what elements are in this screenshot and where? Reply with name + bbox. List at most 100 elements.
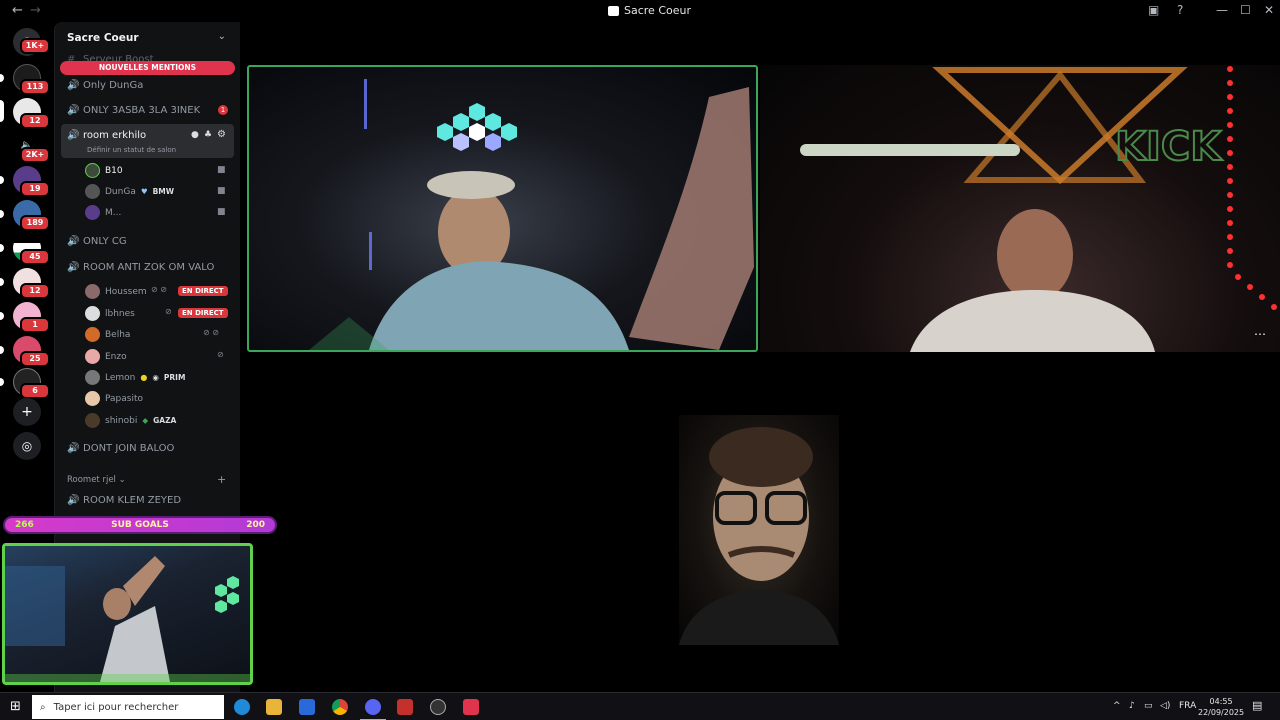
minimize-button[interactable]: — — [1216, 3, 1228, 17]
unread-pip — [0, 210, 4, 218]
video-tile-houssem[interactable]: KICK ⋯ — [760, 65, 1280, 352]
back-button[interactable]: ← — [12, 3, 23, 18]
user-name: shinobi — [105, 415, 138, 426]
channel-only-dunga[interactable]: 🔊 Only DunGa — [67, 80, 143, 91]
discord-icon[interactable] — [365, 699, 381, 715]
voice-user-belha[interactable]: Belha — [85, 327, 130, 342]
file-explorer-icon[interactable] — [266, 699, 282, 715]
server-badge-4: 19 — [20, 181, 50, 197]
invite-icon[interactable]: ♣ — [204, 130, 212, 140]
user-name: Belha — [105, 329, 131, 340]
voice-user-b10[interactable]: B10 — [85, 163, 123, 178]
user-name: Houssem — [105, 286, 147, 297]
obs-icon[interactable] — [430, 699, 446, 715]
edge-icon[interactable] — [234, 699, 250, 715]
clock-time: 04:55 — [1209, 697, 1233, 706]
voice-user-enzo[interactable]: Enzo — [85, 349, 127, 364]
store-icon[interactable] — [299, 699, 315, 715]
user-name: Papasito — [105, 393, 143, 404]
speaker-icon: 🔊 — [67, 262, 80, 273]
channel-count-badge: 1 — [218, 105, 228, 115]
gear-icon[interactable]: ⚙ — [217, 129, 226, 140]
streamer-app-icon[interactable] — [397, 699, 413, 715]
user-name: Lemon — [105, 372, 136, 383]
title-bar: ← → Sacre Coeur ▣ ? — ☐ ✕ — [0, 0, 1280, 22]
taskbar: ⊞ ⌕ Taper ici pour rechercher ^ ♪ ▭ ◁) F… — [0, 692, 1280, 720]
channel-room-klem-zeyed[interactable]: 🔊 ROOM KLEM ZEYED — [67, 495, 181, 506]
channel-room-erkhilo[interactable]: 🔊 room erkhilo — [67, 130, 146, 141]
avatar — [85, 205, 100, 220]
chevron-down-icon[interactable]: ⌄ — [218, 31, 226, 42]
maximize-button[interactable]: ☐ — [1240, 3, 1251, 17]
app-icon[interactable] — [463, 699, 479, 715]
channel-label: DONT JOIN BALOO — [83, 443, 175, 454]
user-name: DunGa — [105, 186, 136, 197]
window-title: Sacre Coeur — [608, 4, 691, 17]
user-name: M... — [105, 207, 122, 218]
user-name: lbhnes — [105, 308, 135, 319]
voice-user-lemon[interactable]: Lemon ● ◉ PRIM — [85, 370, 185, 385]
unread-pip — [0, 346, 4, 354]
server-badge-5: 189 — [20, 215, 50, 231]
taskbar-search[interactable]: ⌕ Taper ici pour rechercher — [32, 695, 224, 719]
volume-icon[interactable]: ◁) — [1160, 701, 1170, 711]
app-icon — [608, 5, 619, 16]
voice-user-papasito[interactable]: Papasito — [85, 391, 143, 406]
forward-button[interactable]: → — [30, 3, 41, 18]
server-badge-8: 1 — [20, 317, 50, 333]
microphone-icon[interactable]: ♪ — [1129, 701, 1135, 711]
server-badge-10: 6 — [20, 383, 50, 399]
add-server-icon[interactable]: + — [13, 398, 41, 426]
search-icon: ⌕ — [40, 701, 46, 713]
voice-user-lbhnes[interactable]: lbhnes — [85, 306, 135, 321]
network-icon[interactable]: ▭ — [1144, 701, 1153, 711]
clock[interactable]: 04:55 22/09/2025 — [1198, 696, 1244, 718]
voice-user-m[interactable]: M... — [85, 205, 121, 220]
help-icon[interactable]: ? — [1177, 3, 1183, 17]
chrome-icon[interactable] — [332, 699, 348, 715]
channel-only-3asba[interactable]: 🔊 ONLY 3ASBA 3LA 3INEK — [67, 105, 200, 116]
channel-dont-join-baloo[interactable]: 🔊 DONT JOIN BALOO — [67, 443, 174, 454]
voice-user-dunga[interactable]: DunGa ♥ BMW — [85, 184, 174, 199]
voice-user-houssem[interactable]: Houssem — [85, 284, 147, 299]
unread-pip — [0, 176, 4, 184]
video-tile-b10[interactable] — [247, 65, 758, 352]
speaker-icon: 🔊 — [67, 105, 80, 116]
channel-room-anti[interactable]: 🔊 ROOM ANTI ZOK OM VALO — [67, 262, 214, 273]
more-options-icon[interactable]: ⋯ — [1254, 327, 1266, 341]
chat-icon[interactable]: ● — [191, 130, 199, 140]
new-mentions-banner[interactable]: NOUVELLES MENTIONS — [60, 61, 235, 75]
close-button[interactable]: ✕ — [1264, 3, 1274, 17]
notifications-icon[interactable]: ▤ — [1252, 699, 1262, 712]
unread-pip — [0, 378, 4, 386]
server-badge-7: 12 — [20, 283, 50, 299]
search-placeholder: Taper ici pour rechercher — [53, 701, 179, 713]
clock-date: 22/09/2025 — [1198, 708, 1245, 717]
video-feed — [679, 427, 839, 645]
camera-icon: ■ — [217, 207, 226, 217]
speaker-icon: 🔊 — [67, 443, 80, 454]
video-tile-dunga[interactable] — [679, 415, 839, 645]
muted-icon: ⊘ — [217, 350, 224, 359]
channel-status[interactable]: Définir un statut de salon — [87, 146, 176, 154]
lemon-icon: ● — [140, 373, 148, 382]
explore-icon[interactable]: ◎ — [13, 432, 41, 460]
video-feed — [309, 79, 754, 350]
inbox-icon[interactable]: ▣ — [1148, 3, 1159, 17]
category-roomet-rjel[interactable]: Roomet rjel ⌄ — [67, 475, 126, 485]
camera-icon: ■ — [217, 186, 226, 196]
add-channel-icon[interactable]: + — [217, 473, 226, 486]
server-badge-1: 113 — [20, 79, 50, 95]
language-indicator[interactable]: FRA — [1179, 701, 1196, 711]
speaker-icon: 🔊 — [67, 80, 80, 91]
server-name[interactable]: Sacre Coeur — [67, 32, 139, 44]
sub-goals-label: SUB GOALS — [111, 520, 169, 530]
video-feed: KICK — [800, 66, 1277, 352]
windows-start-icon[interactable]: ⊞ — [10, 699, 21, 714]
user-tag: BMW — [152, 187, 175, 196]
chevron-up-icon[interactable]: ^ — [1113, 701, 1121, 711]
voice-user-shinobi[interactable]: shinobi ◆ GAZA — [85, 413, 176, 428]
channel-only-cg[interactable]: 🔊 ONLY CG — [67, 236, 127, 247]
flag-icon: ◆ — [142, 416, 149, 425]
webcam-feed — [5, 556, 250, 682]
